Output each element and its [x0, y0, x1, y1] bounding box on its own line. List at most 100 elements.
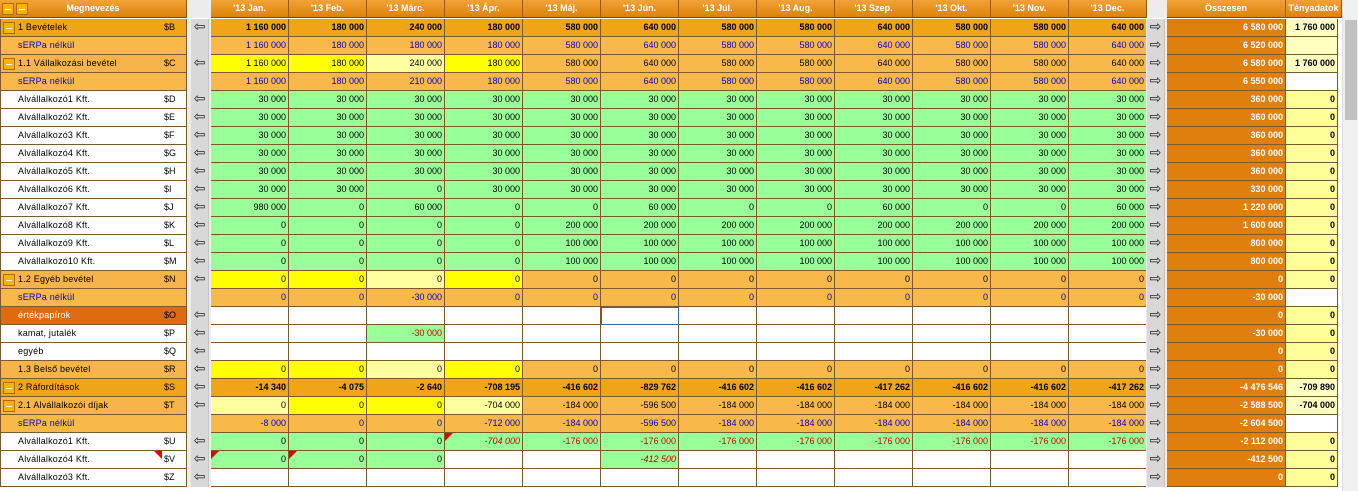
month-cell[interactable]: 30 000 — [445, 163, 523, 181]
month-cell[interactable]: 30 000 — [679, 127, 757, 145]
month-cell[interactable] — [679, 469, 757, 487]
month-cell[interactable]: 0 — [367, 361, 445, 379]
month-cell[interactable]: -417 262 — [1069, 379, 1147, 397]
left-arrow-button[interactable]: ⇦ — [191, 181, 209, 199]
month-cell[interactable] — [679, 343, 757, 361]
month-cell[interactable]: 100 000 — [601, 253, 679, 271]
month-cell[interactable]: 580 000 — [523, 19, 601, 37]
right-arrow-button[interactable]: ⇨ — [1147, 217, 1165, 235]
month-cell[interactable] — [211, 325, 289, 343]
header-actual[interactable]: Tényadatok — [1286, 0, 1342, 18]
month-cell[interactable]: 30 000 — [367, 145, 445, 163]
month-cell[interactable]: 30 000 — [211, 181, 289, 199]
month-cell[interactable]: 640 000 — [1069, 73, 1147, 91]
month-cell[interactable]: 0 — [367, 451, 445, 469]
month-header[interactable]: '13 Máj. — [523, 0, 601, 18]
month-cell[interactable]: 100 000 — [1069, 253, 1147, 271]
month-cell[interactable] — [523, 325, 601, 343]
actual-cell[interactable]: 0 — [1286, 361, 1338, 379]
month-cell[interactable]: 0 — [367, 235, 445, 253]
month-cell[interactable]: 30 000 — [289, 145, 367, 163]
left-arrow-button[interactable]: ⇦ — [191, 109, 209, 127]
right-arrow-button[interactable]: ⇨ — [1147, 91, 1165, 109]
actual-cell[interactable]: 0 — [1286, 235, 1338, 253]
month-cell[interactable]: 100 000 — [679, 235, 757, 253]
month-cell[interactable] — [445, 451, 523, 469]
month-cell[interactable] — [991, 469, 1069, 487]
month-cell[interactable]: 30 000 — [679, 181, 757, 199]
month-cell[interactable]: 0 — [913, 199, 991, 217]
month-cell[interactable]: 640 000 — [835, 55, 913, 73]
month-cell[interactable]: -184 000 — [679, 397, 757, 415]
month-cell[interactable]: -596 500 — [601, 415, 679, 433]
month-cell[interactable]: 30 000 — [991, 109, 1069, 127]
month-cell[interactable]: -30 000 — [367, 289, 445, 307]
month-cell[interactable]: 0 — [289, 415, 367, 433]
right-arrow-button[interactable]: ⇨ — [1147, 145, 1165, 163]
month-cell[interactable]: 30 000 — [913, 163, 991, 181]
month-cell[interactable]: 0 — [211, 271, 289, 289]
month-cell[interactable]: 580 000 — [913, 19, 991, 37]
month-cell[interactable]: 0 — [289, 271, 367, 289]
month-cell[interactable]: 0 — [211, 361, 289, 379]
left-arrow-button[interactable]: ⇦ — [191, 433, 209, 451]
left-arrow-button[interactable]: ⇦ — [191, 127, 209, 145]
month-cell[interactable]: 580 000 — [679, 55, 757, 73]
month-cell[interactable]: 0 — [445, 217, 523, 235]
month-cell[interactable]: 0 — [913, 271, 991, 289]
month-cell[interactable]: 580 000 — [679, 19, 757, 37]
left-arrow-button[interactable]: ⇦ — [191, 451, 209, 469]
month-cell[interactable]: 0 — [289, 289, 367, 307]
month-cell[interactable]: -176 000 — [679, 433, 757, 451]
row-name-cell[interactable]: 1.1 Vállalkozási bevétel $C — [0, 55, 187, 73]
month-cell[interactable]: 0 — [367, 253, 445, 271]
month-cell[interactable]: 580 000 — [523, 55, 601, 73]
month-cell[interactable] — [523, 307, 601, 325]
month-cell[interactable]: 580 000 — [757, 37, 835, 55]
actual-cell[interactable]: 0 — [1286, 307, 1338, 325]
month-cell[interactable]: 100 000 — [991, 253, 1069, 271]
month-cell[interactable]: 30 000 — [289, 127, 367, 145]
month-cell[interactable] — [523, 343, 601, 361]
month-cell[interactable] — [445, 469, 523, 487]
month-cell[interactable]: 30 000 — [991, 91, 1069, 109]
month-cell[interactable]: 240 000 — [367, 19, 445, 37]
month-cell[interactable]: 200 000 — [1069, 217, 1147, 235]
month-cell[interactable]: 0 — [835, 361, 913, 379]
month-cell[interactable]: 30 000 — [211, 145, 289, 163]
month-cell[interactable]: 30 000 — [289, 109, 367, 127]
month-cell[interactable]: 100 000 — [523, 235, 601, 253]
month-cell[interactable]: 180 000 — [289, 73, 367, 91]
month-cell[interactable]: 100 000 — [913, 235, 991, 253]
month-header[interactable]: '13 Okt. — [913, 0, 991, 18]
month-cell[interactable]: 100 000 — [991, 235, 1069, 253]
month-cell[interactable]: 0 — [211, 253, 289, 271]
month-cell[interactable]: 30 000 — [679, 163, 757, 181]
month-cell[interactable]: 640 000 — [835, 73, 913, 91]
month-cell[interactable]: 30 000 — [757, 127, 835, 145]
actual-cell[interactable]: 0 — [1286, 145, 1338, 163]
month-cell[interactable]: 30 000 — [1069, 109, 1147, 127]
left-arrow-button[interactable]: ⇦ — [191, 307, 209, 325]
month-cell[interactable]: -184 000 — [757, 415, 835, 433]
month-cell[interactable]: 200 000 — [913, 217, 991, 235]
month-cell[interactable]: 0 — [445, 361, 523, 379]
month-cell[interactable]: 60 000 — [1069, 199, 1147, 217]
right-arrow-button[interactable]: ⇨ — [1147, 127, 1165, 145]
month-cell[interactable]: 180 000 — [289, 37, 367, 55]
month-cell[interactable]: 30 000 — [835, 91, 913, 109]
left-arrow-button[interactable]: ⇦ — [191, 397, 209, 415]
right-arrow-button[interactable]: ⇨ — [1147, 109, 1165, 127]
left-arrow-button[interactable]: ⇦ — [191, 469, 209, 487]
month-cell[interactable]: 100 000 — [835, 235, 913, 253]
actual-cell[interactable]: 0 — [1286, 91, 1338, 109]
month-cell[interactable] — [679, 307, 757, 325]
month-cell[interactable] — [757, 343, 835, 361]
month-cell[interactable]: 30 000 — [991, 181, 1069, 199]
month-cell[interactable] — [913, 451, 991, 469]
month-cell[interactable]: 30 000 — [523, 181, 601, 199]
actual-cell[interactable]: 0 — [1286, 271, 1338, 289]
month-cell[interactable]: -2 640 — [367, 379, 445, 397]
month-cell[interactable]: -184 000 — [835, 397, 913, 415]
row-name-cell[interactable]: Alvállalkozó6 Kft. $I — [0, 181, 187, 199]
